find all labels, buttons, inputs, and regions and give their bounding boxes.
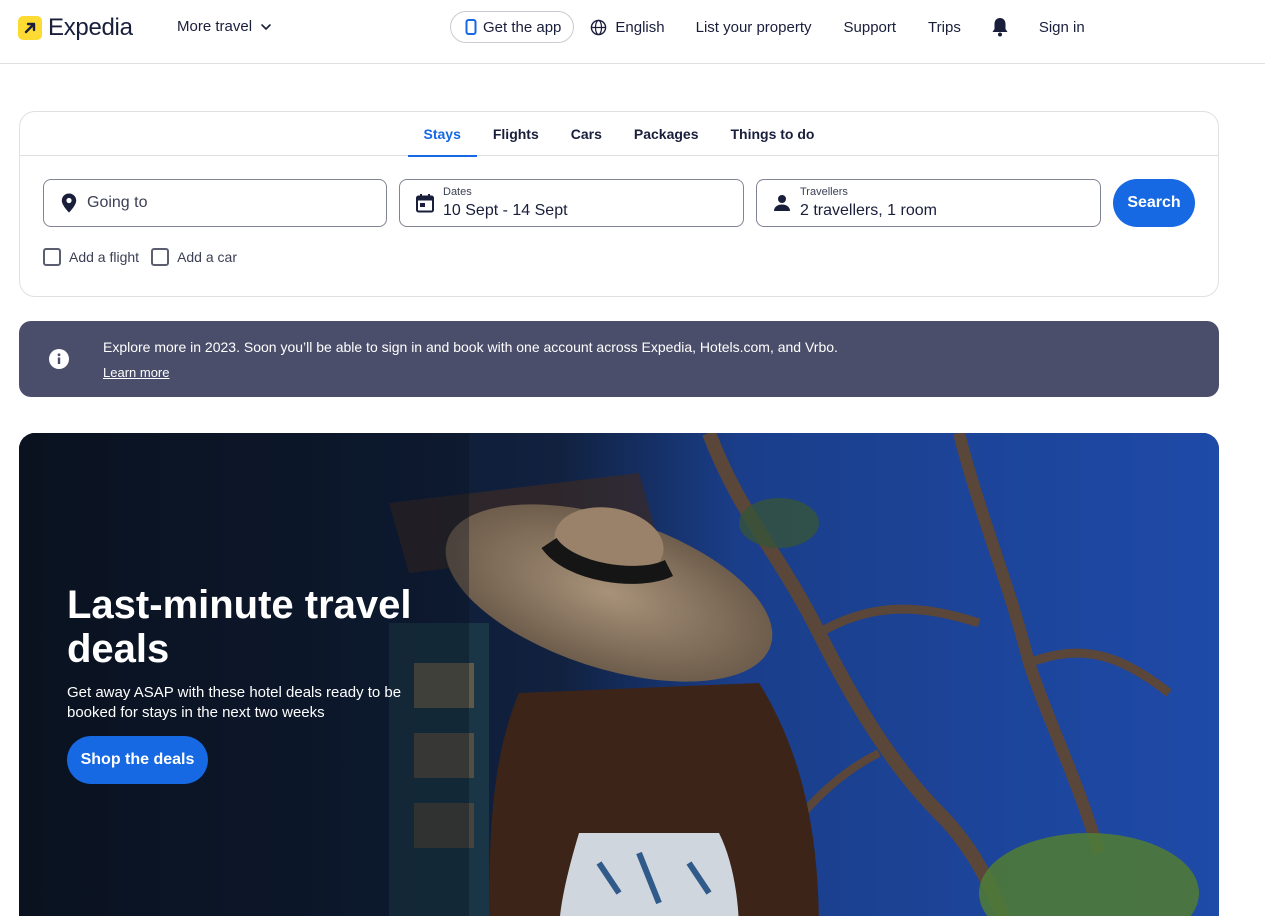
list-property-link[interactable]: List your property: [696, 19, 812, 36]
globe-icon: [591, 19, 607, 35]
tab-flights[interactable]: Flights: [477, 112, 555, 156]
hero-image: [19, 433, 1219, 916]
map-pin-icon: [58, 192, 80, 214]
hero-title: Last-minute travel deals: [67, 583, 412, 671]
trips-link[interactable]: Trips: [928, 19, 961, 36]
notifications-button[interactable]: [991, 17, 1009, 37]
banner-message: Explore more in 2023. Soon you’ll be abl…: [103, 339, 838, 355]
travellers-label: Travellers: [800, 186, 848, 198]
more-travel-label: More travel: [177, 18, 253, 35]
add-flight-label: Add a flight: [69, 249, 140, 265]
chevron-down-icon: [261, 23, 271, 30]
support-link[interactable]: Support: [844, 19, 897, 36]
info-icon: [49, 349, 69, 369]
dates-label: Dates: [443, 186, 472, 198]
add-car-checkbox-box[interactable]: [151, 248, 170, 266]
person-icon: [771, 192, 793, 214]
get-app-button[interactable]: Get the app: [450, 11, 575, 43]
search-form-card: Stays Flights Cars Packages Things to do…: [19, 111, 1219, 297]
bell-icon: [992, 18, 1008, 37]
calendar-icon: [414, 192, 436, 214]
dates-value: 10 Sept - 14 Sept: [443, 202, 568, 219]
tab-things-to-do[interactable]: Things to do: [715, 112, 831, 156]
tab-packages[interactable]: Packages: [618, 112, 715, 156]
expedia-logo-icon: [18, 16, 42, 40]
travellers-field[interactable]: Travellers 2 travellers, 1 room: [756, 179, 1101, 227]
info-banner: Explore more in 2023. Soon you’ll be abl…: [19, 321, 1219, 397]
top-header: Expedia More travel Get the app English …: [0, 0, 1265, 64]
hero-promo: Last-minute travel deals Get away ASAP w…: [19, 433, 1219, 916]
learn-more-link[interactable]: Learn more: [103, 365, 169, 380]
brand-name: Expedia: [48, 14, 133, 41]
tab-cars[interactable]: Cars: [555, 112, 618, 156]
language-label: English: [615, 18, 665, 36]
add-flight-checkbox[interactable]: Add a flight: [43, 248, 139, 266]
sign-in-link[interactable]: Sign in: [1039, 19, 1085, 36]
search-tabs: Stays Flights Cars Packages Things to do: [20, 112, 1218, 157]
tab-stays[interactable]: Stays: [407, 112, 478, 157]
phone-icon: [465, 19, 477, 35]
shop-deals-button[interactable]: Shop the deals: [67, 736, 208, 784]
language-selector[interactable]: English: [590, 18, 665, 36]
going-to-placeholder: Going to: [87, 194, 148, 211]
expedia-logo[interactable]: Expedia: [18, 14, 133, 42]
header-nav: Get the app English List your property S…: [450, 11, 1085, 43]
add-flight-checkbox-box[interactable]: [43, 248, 61, 266]
search-button[interactable]: Search: [1113, 179, 1195, 227]
going-to-field[interactable]: Going to: [43, 179, 387, 227]
travellers-value: 2 travellers, 1 room: [800, 202, 937, 219]
add-ons: Add a flight Add a car: [43, 248, 249, 266]
dates-field[interactable]: Dates 10 Sept - 14 Sept: [399, 179, 744, 227]
hero-subtitle: Get away ASAP with these hotel deals rea…: [67, 684, 402, 721]
add-car-label: Add a car: [177, 249, 237, 265]
more-travel-menu[interactable]: More travel: [177, 18, 272, 35]
add-car-checkbox[interactable]: Add a car: [151, 248, 237, 266]
get-app-label: Get the app: [483, 18, 562, 36]
